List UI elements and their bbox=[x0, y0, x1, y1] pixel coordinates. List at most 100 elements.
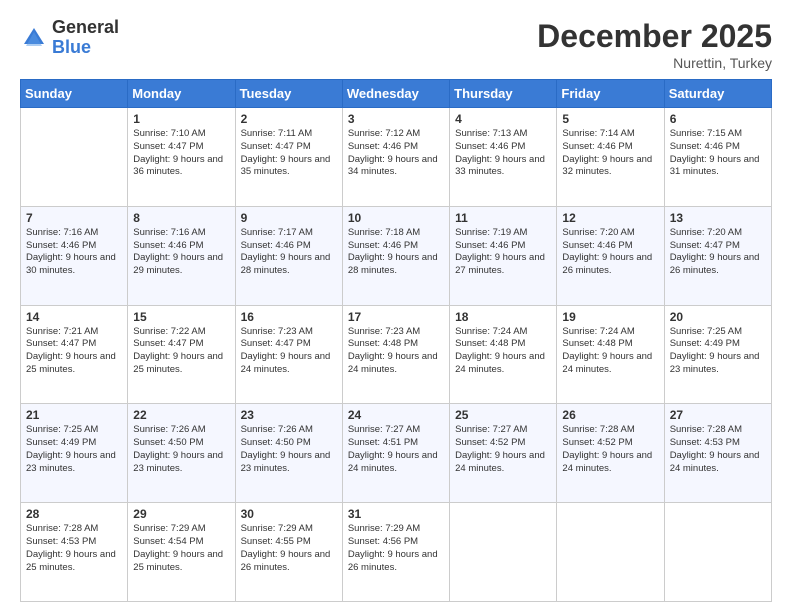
cell-info: Sunrise: 7:29 AMSunset: 4:55 PMDaylight:… bbox=[241, 523, 337, 574]
cell-info: Sunrise: 7:15 AMSunset: 4:46 PMDaylight:… bbox=[670, 128, 766, 179]
col-saturday: Saturday bbox=[664, 80, 771, 108]
table-row: 20 Sunrise: 7:25 AMSunset: 4:49 PMDayligh… bbox=[664, 305, 771, 404]
page: General Blue December 2025 Nurettin, Tur… bbox=[0, 0, 792, 612]
table-row: 13Sunrise: 7:20 AMSunset: 4:47 PMDayligh… bbox=[664, 206, 771, 305]
col-friday: Friday bbox=[557, 80, 664, 108]
day-number: 1 bbox=[133, 112, 229, 126]
table-row: 19Sunrise: 7:24 AMSunset: 4:48 PMDayligh… bbox=[557, 305, 664, 404]
table-row: 12Sunrise: 7:20 AMSunset: 4:46 PMDayligh… bbox=[557, 206, 664, 305]
cell-info: Sunrise: 7:28 AMSunset: 4:53 PMDaylight:… bbox=[670, 424, 766, 475]
table-row: 26Sunrise: 7:28 AMSunset: 4:52 PMDayligh… bbox=[557, 404, 664, 503]
table-row: 23Sunrise: 7:26 AMSunset: 4:50 PMDayligh… bbox=[235, 404, 342, 503]
day-number: 7 bbox=[26, 211, 122, 225]
table-row: 17 Sunrise: 7:23 AMSunset: 4:48 PMDayligh… bbox=[342, 305, 449, 404]
logo-general: General bbox=[52, 18, 119, 38]
table-row: 7 Sunrise: 7:16 AMSunset: 4:46 PMDaylight… bbox=[21, 206, 128, 305]
cell-info: Sunrise: 7:21 AMSunset: 4:47 PMDaylight:… bbox=[26, 326, 122, 377]
day-number: 12 bbox=[562, 211, 658, 225]
table-row bbox=[557, 503, 664, 602]
day-number: 14 bbox=[26, 310, 122, 324]
col-monday: Monday bbox=[128, 80, 235, 108]
table-row: 14 Sunrise: 7:21 AMSunset: 4:47 PMDayligh… bbox=[21, 305, 128, 404]
day-number: 4 bbox=[455, 112, 551, 126]
day-number: 25 bbox=[455, 408, 551, 422]
day-number: 16 bbox=[241, 310, 337, 324]
day-number: 18 bbox=[455, 310, 551, 324]
cell-info: Sunrise: 7:24 AMSunset: 4:48 PMDaylight:… bbox=[455, 326, 551, 377]
table-row: 27 Sunrise: 7:28 AMSunset: 4:53 PMDayligh… bbox=[664, 404, 771, 503]
table-row: 29Sunrise: 7:29 AMSunset: 4:54 PMDayligh… bbox=[128, 503, 235, 602]
table-row: 28 Sunrise: 7:28 AMSunset: 4:53 PMDayligh… bbox=[21, 503, 128, 602]
day-number: 20 bbox=[670, 310, 766, 324]
day-number: 15 bbox=[133, 310, 229, 324]
day-number: 19 bbox=[562, 310, 658, 324]
day-number: 2 bbox=[241, 112, 337, 126]
cell-info: Sunrise: 7:12 AMSunset: 4:46 PMDaylight:… bbox=[348, 128, 444, 179]
table-row: 22 Sunrise: 7:26 AMSunset: 4:50 PMDayligh… bbox=[128, 404, 235, 503]
cell-info: Sunrise: 7:28 AMSunset: 4:53 PMDaylight:… bbox=[26, 523, 122, 574]
location-subtitle: Nurettin, Turkey bbox=[537, 55, 772, 71]
table-row: 31 Sunrise: 7:29 AMSunset: 4:56 PMDayligh… bbox=[342, 503, 449, 602]
day-number: 5 bbox=[562, 112, 658, 126]
day-number: 22 bbox=[133, 408, 229, 422]
cell-info: Sunrise: 7:27 AMSunset: 4:51 PMDaylight:… bbox=[348, 424, 444, 475]
col-sunday: Sunday bbox=[21, 80, 128, 108]
cell-info: Sunrise: 7:14 AMSunset: 4:46 PMDaylight:… bbox=[562, 128, 658, 179]
table-row: 10 Sunrise: 7:18 AMSunset: 4:46 PMDayligh… bbox=[342, 206, 449, 305]
cell-info: Sunrise: 7:18 AMSunset: 4:46 PMDaylight:… bbox=[348, 227, 444, 278]
cell-info: Sunrise: 7:13 AMSunset: 4:46 PMDaylight:… bbox=[455, 128, 551, 179]
cell-info: Sunrise: 7:28 AMSunset: 4:52 PMDaylight:… bbox=[562, 424, 658, 475]
cell-info: Sunrise: 7:25 AMSunset: 4:49 PMDaylight:… bbox=[26, 424, 122, 475]
day-number: 6 bbox=[670, 112, 766, 126]
table-row: 11Sunrise: 7:19 AMSunset: 4:46 PMDayligh… bbox=[450, 206, 557, 305]
table-row: 30 Sunrise: 7:29 AMSunset: 4:55 PMDayligh… bbox=[235, 503, 342, 602]
cell-info: Sunrise: 7:29 AMSunset: 4:56 PMDaylight:… bbox=[348, 523, 444, 574]
header: General Blue December 2025 Nurettin, Tur… bbox=[20, 18, 772, 71]
cell-info: Sunrise: 7:23 AMSunset: 4:48 PMDaylight:… bbox=[348, 326, 444, 377]
day-number: 30 bbox=[241, 507, 337, 521]
day-number: 17 bbox=[348, 310, 444, 324]
table-row: 6 Sunrise: 7:15 AMSunset: 4:46 PMDaylight… bbox=[664, 108, 771, 207]
cell-info: Sunrise: 7:25 AMSunset: 4:49 PMDaylight:… bbox=[670, 326, 766, 377]
table-row: 16 Sunrise: 7:23 AMSunset: 4:47 PMDayligh… bbox=[235, 305, 342, 404]
cell-info: Sunrise: 7:11 AMSunset: 4:47 PMDaylight:… bbox=[241, 128, 337, 179]
month-title: December 2025 bbox=[537, 18, 772, 55]
day-number: 29 bbox=[133, 507, 229, 521]
cell-info: Sunrise: 7:27 AMSunset: 4:52 PMDaylight:… bbox=[455, 424, 551, 475]
calendar-week-2: 7 Sunrise: 7:16 AMSunset: 4:46 PMDaylight… bbox=[21, 206, 772, 305]
table-row: 3Sunrise: 7:12 AMSunset: 4:46 PMDaylight… bbox=[342, 108, 449, 207]
day-number: 13 bbox=[670, 211, 766, 225]
day-number: 31 bbox=[348, 507, 444, 521]
day-number: 28 bbox=[26, 507, 122, 521]
logo-icon bbox=[20, 24, 48, 52]
calendar-table: Sunday Monday Tuesday Wednesday Thursday… bbox=[20, 79, 772, 602]
cell-info: Sunrise: 7:16 AMSunset: 4:46 PMDaylight:… bbox=[26, 227, 122, 278]
calendar-week-5: 28 Sunrise: 7:28 AMSunset: 4:53 PMDayligh… bbox=[21, 503, 772, 602]
cell-info: Sunrise: 7:23 AMSunset: 4:47 PMDaylight:… bbox=[241, 326, 337, 377]
day-number: 27 bbox=[670, 408, 766, 422]
calendar-week-1: 1Sunrise: 7:10 AMSunset: 4:47 PMDaylight… bbox=[21, 108, 772, 207]
table-row: 24 Sunrise: 7:27 AMSunset: 4:51 PMDayligh… bbox=[342, 404, 449, 503]
day-number: 9 bbox=[241, 211, 337, 225]
table-row: 5 Sunrise: 7:14 AMSunset: 4:46 PMDaylight… bbox=[557, 108, 664, 207]
table-row: 4 Sunrise: 7:13 AMSunset: 4:46 PMDaylight… bbox=[450, 108, 557, 207]
day-number: 24 bbox=[348, 408, 444, 422]
calendar-week-3: 14 Sunrise: 7:21 AMSunset: 4:47 PMDayligh… bbox=[21, 305, 772, 404]
title-block: December 2025 Nurettin, Turkey bbox=[537, 18, 772, 71]
col-thursday: Thursday bbox=[450, 80, 557, 108]
table-row: 18 Sunrise: 7:24 AMSunset: 4:48 PMDayligh… bbox=[450, 305, 557, 404]
table-row: 8Sunrise: 7:16 AMSunset: 4:46 PMDaylight… bbox=[128, 206, 235, 305]
table-row bbox=[450, 503, 557, 602]
table-row: 25 Sunrise: 7:27 AMSunset: 4:52 PMDayligh… bbox=[450, 404, 557, 503]
table-row bbox=[664, 503, 771, 602]
table-row: 2 Sunrise: 7:11 AMSunset: 4:47 PMDaylight… bbox=[235, 108, 342, 207]
cell-info: Sunrise: 7:16 AMSunset: 4:46 PMDaylight:… bbox=[133, 227, 229, 278]
table-row: 15Sunrise: 7:22 AMSunset: 4:47 PMDayligh… bbox=[128, 305, 235, 404]
col-tuesday: Tuesday bbox=[235, 80, 342, 108]
day-number: 21 bbox=[26, 408, 122, 422]
logo-text: General Blue bbox=[52, 18, 119, 58]
cell-info: Sunrise: 7:26 AMSunset: 4:50 PMDaylight:… bbox=[133, 424, 229, 475]
day-number: 23 bbox=[241, 408, 337, 422]
table-row: 21 Sunrise: 7:25 AMSunset: 4:49 PMDayligh… bbox=[21, 404, 128, 503]
day-number: 10 bbox=[348, 211, 444, 225]
